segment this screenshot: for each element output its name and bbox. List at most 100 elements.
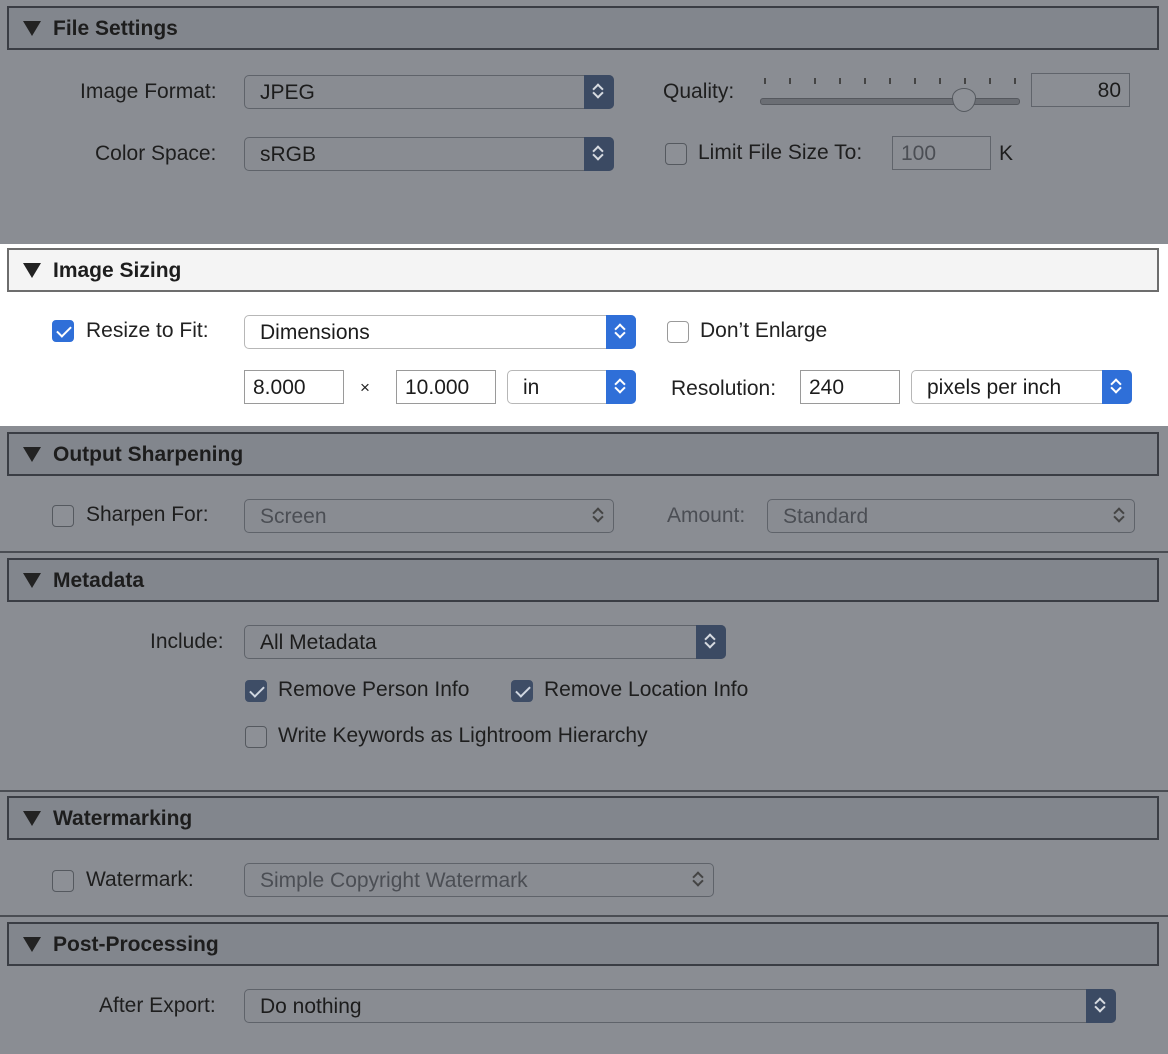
slider-tick — [1014, 78, 1016, 84]
write-keywords-label: Write Keywords as Lightroom Hierarchy — [278, 724, 648, 747]
slider-tick — [839, 78, 841, 84]
panel-title: Metadata — [53, 569, 145, 592]
disclosure-triangle-icon[interactable] — [23, 573, 41, 588]
watermark-select[interactable]: Simple Copyright Watermark — [244, 863, 714, 897]
quality-slider[interactable] — [760, 72, 1022, 112]
limit-file-size-unit: K — [999, 142, 1014, 165]
stepper-arrows-icon — [584, 499, 614, 533]
include-select[interactable]: All Metadata — [244, 625, 726, 659]
height-input[interactable]: 10.000 — [396, 370, 496, 404]
limit-file-size-input[interactable]: 100 — [892, 136, 991, 170]
limit-file-size-label: Limit File Size To: — [698, 141, 863, 164]
resolution-input[interactable]: 240 — [800, 370, 900, 404]
limit-file-size-checkbox[interactable] — [665, 143, 687, 165]
remove-person-info-label: Remove Person Info — [278, 678, 470, 701]
output-sharpening-header[interactable]: Output Sharpening — [7, 432, 1159, 476]
slider-thumb[interactable] — [952, 88, 976, 112]
after-export-select[interactable]: Do nothing — [244, 989, 1116, 1023]
disclosure-triangle-icon[interactable] — [23, 811, 41, 826]
file-settings-panel: File Settings Image Format: JPEG Color S… — [0, 0, 1168, 244]
resize-mode-value: Dimensions — [260, 321, 370, 344]
watermark-value: Simple Copyright Watermark — [260, 869, 528, 892]
stepper-arrows-icon — [1105, 499, 1135, 533]
image-format-value: JPEG — [260, 81, 315, 104]
panel-title: Image Sizing — [53, 259, 182, 282]
file-settings-header[interactable]: File Settings — [7, 6, 1159, 50]
slider-tick — [889, 78, 891, 84]
sharpen-for-value: Screen — [260, 505, 327, 528]
color-space-value: sRGB — [260, 143, 317, 166]
stepper-arrows-icon — [584, 137, 614, 171]
include-label: Include: — [150, 630, 224, 653]
disclosure-triangle-icon[interactable] — [23, 937, 41, 952]
amount-select[interactable]: Standard — [767, 499, 1135, 533]
stepper-arrows-icon — [606, 315, 636, 349]
post-processing-header[interactable]: Post-Processing — [7, 922, 1159, 966]
width-value: 8.000 — [253, 376, 306, 399]
image-format-label: Image Format: — [80, 80, 217, 103]
resize-to-fit-checkbox[interactable] — [52, 320, 74, 342]
panel-title: Watermarking — [53, 807, 193, 830]
panel-title: Output Sharpening — [53, 443, 244, 466]
watermark-label: Watermark: — [86, 868, 194, 891]
stepper-arrows-icon — [606, 370, 636, 404]
panel-title: File Settings — [53, 17, 178, 40]
amount-label: Amount: — [667, 504, 746, 527]
slider-tick — [764, 78, 766, 84]
image-sizing-panel: Image Sizing Resize to Fit: Dimensions D… — [0, 244, 1168, 426]
watermark-checkbox[interactable] — [52, 870, 74, 892]
stepper-arrows-icon — [1102, 370, 1132, 404]
remove-person-info-checkbox[interactable] — [245, 680, 267, 702]
quality-value: 80 — [1097, 79, 1121, 102]
dont-enlarge-checkbox[interactable] — [667, 321, 689, 343]
remove-location-info-checkbox[interactable] — [511, 680, 533, 702]
sharpen-for-checkbox[interactable] — [52, 505, 74, 527]
resize-to-fit-label: Resize to Fit: — [86, 319, 209, 342]
slider-tick — [989, 78, 991, 84]
slider-tick — [814, 78, 816, 84]
color-space-select[interactable]: sRGB — [244, 137, 614, 171]
metadata-panel: Metadata Include: All Metadata Remove Pe… — [0, 552, 1168, 790]
watermarking-header[interactable]: Watermarking — [7, 796, 1159, 840]
height-value: 10.000 — [405, 376, 470, 399]
resolution-unit-value: pixels per inch — [927, 376, 1062, 399]
write-keywords-checkbox[interactable] — [245, 726, 267, 748]
quality-label: Quality: — [663, 80, 735, 103]
stepper-arrows-icon — [696, 625, 726, 659]
stepper-arrows-icon — [1086, 989, 1116, 1023]
sharpen-for-select[interactable]: Screen — [244, 499, 614, 533]
disclosure-triangle-icon[interactable] — [23, 263, 41, 278]
slider-tick — [939, 78, 941, 84]
width-input[interactable]: 8.000 — [244, 370, 344, 404]
panel-title: Post-Processing — [53, 933, 219, 956]
unit-value: in — [523, 376, 540, 399]
post-processing-panel: Post-Processing After Export: Do nothing — [0, 916, 1168, 1054]
times-symbol: × — [360, 378, 370, 397]
dont-enlarge-label: Don’t Enlarge — [700, 319, 828, 342]
unit-select[interactable]: in — [507, 370, 636, 404]
image-format-select[interactable]: JPEG — [244, 75, 614, 109]
metadata-header[interactable]: Metadata — [7, 558, 1159, 602]
watermarking-panel: Watermarking Watermark: Simple Copyright… — [0, 790, 1168, 916]
disclosure-triangle-icon[interactable] — [23, 447, 41, 462]
include-value: All Metadata — [260, 631, 377, 654]
resolution-unit-select[interactable]: pixels per inch — [911, 370, 1132, 404]
slider-tick — [964, 78, 966, 84]
after-export-label: After Export: — [99, 994, 216, 1017]
resolution-value: 240 — [809, 376, 845, 399]
color-space-label: Color Space: — [95, 142, 217, 165]
after-export-value: Do nothing — [260, 995, 362, 1018]
slider-tick — [864, 78, 866, 84]
disclosure-triangle-icon[interactable] — [23, 21, 41, 36]
sharpen-for-label: Sharpen For: — [86, 503, 209, 526]
resolution-label: Resolution: — [671, 377, 777, 400]
amount-value: Standard — [783, 505, 869, 528]
quality-input[interactable]: 80 — [1031, 73, 1130, 107]
image-sizing-header[interactable]: Image Sizing — [7, 248, 1159, 292]
stepper-arrows-icon — [684, 863, 714, 897]
slider-tick — [789, 78, 791, 84]
resize-mode-select[interactable]: Dimensions — [244, 315, 636, 349]
output-sharpening-panel: Output Sharpening Sharpen For: Screen Am… — [0, 426, 1168, 552]
slider-tick — [914, 78, 916, 84]
stepper-arrows-icon — [584, 75, 614, 109]
